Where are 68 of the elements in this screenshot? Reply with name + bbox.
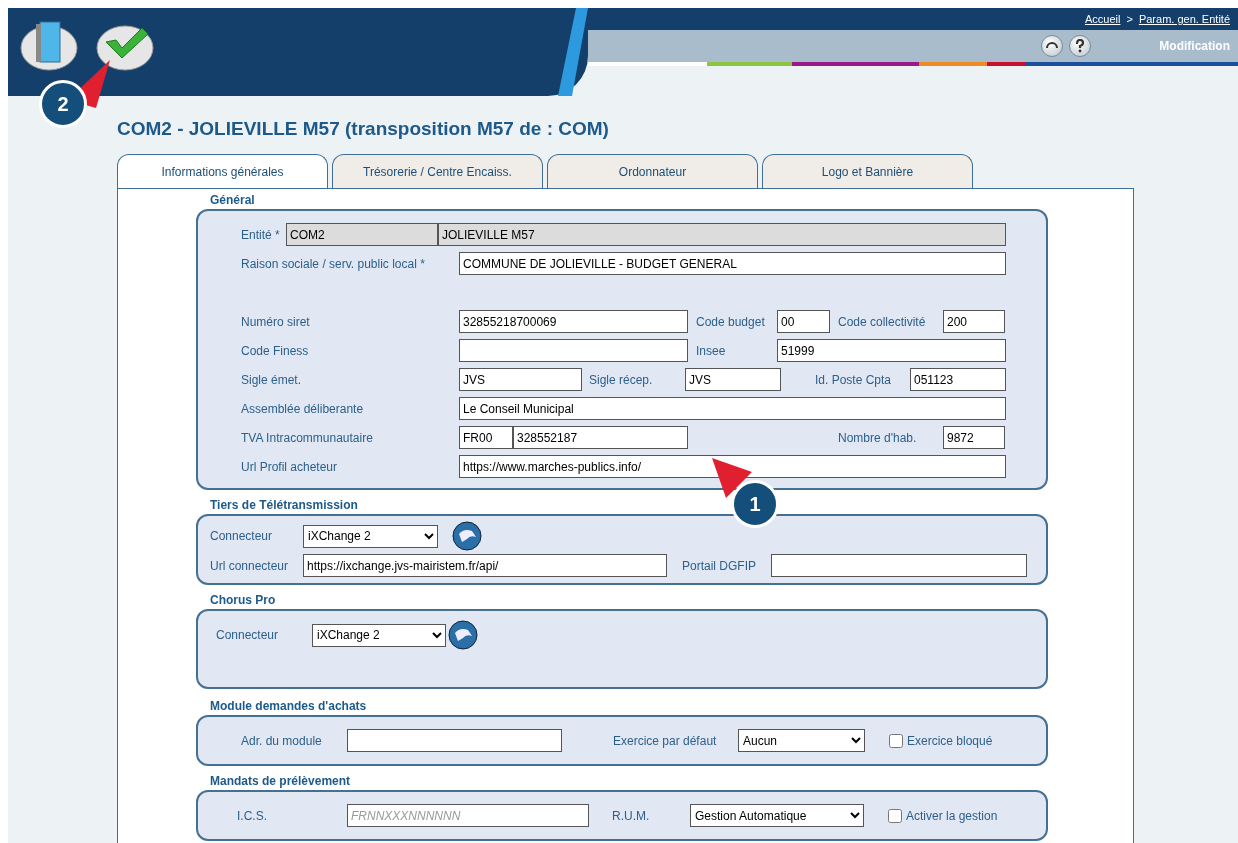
input-field[interactable]: 200 xyxy=(943,310,1005,333)
field-label: Numéro siret xyxy=(241,314,311,329)
checkbox-label: Activer la gestion xyxy=(906,808,998,823)
checkbox[interactable] xyxy=(889,733,903,748)
input-field[interactable]: JVS xyxy=(685,368,781,391)
connector-select[interactable]: iXChange 2 xyxy=(303,524,438,548)
help-icon[interactable] xyxy=(1069,35,1092,57)
exercise-select[interactable]: Aucun xyxy=(738,729,865,752)
breadcrumb-separator: > xyxy=(1126,13,1133,25)
input-field[interactable] xyxy=(347,729,562,752)
input-field[interactable]: 00 xyxy=(777,310,830,333)
field-label: Connecteur xyxy=(216,628,280,642)
section-title: Chorus Pro xyxy=(210,593,276,607)
input-field[interactable]: 9872 xyxy=(943,426,1005,449)
field-label: Code Finess xyxy=(241,343,310,358)
field-label: TVA Intracommunautaire xyxy=(241,430,374,445)
input-field[interactable]: https://ixchange.jvs-mairistem.fr/api/ xyxy=(303,554,667,577)
input-field[interactable]: Le Conseil Municipal xyxy=(459,397,1006,420)
exit-door-icon[interactable] xyxy=(18,18,80,74)
page-title: COM2 - JOLIEVILLE M57 (transposition M57 de : COM) xyxy=(117,118,610,140)
field-label: Exercice par défaut xyxy=(613,733,718,748)
field-label: Connecteur xyxy=(210,529,274,543)
section-title: Tiers de Télétransmission xyxy=(210,498,358,512)
checkbox[interactable] xyxy=(888,808,902,823)
input-field[interactable]: 328552187 xyxy=(513,426,688,449)
input-field[interactable]: FRNNXXXNNNNNN xyxy=(347,804,589,827)
input-field[interactable] xyxy=(459,339,688,362)
tab[interactable]: Logo et Bannière xyxy=(762,154,973,188)
input-field[interactable]: 32855218700069 xyxy=(459,310,688,333)
input-field[interactable]: JOLIEVILLE M57 xyxy=(438,223,1006,246)
field-label: Url connecteur xyxy=(210,558,290,573)
field-label: Assemblée déliberante xyxy=(241,401,365,416)
tab[interactable]: Trésorerie / Centre Encaiss. xyxy=(332,154,543,188)
field-label: Sigle émet. xyxy=(241,372,303,387)
input-field[interactable]: 51999 xyxy=(777,339,1006,362)
tab[interactable]: Ordonnateur xyxy=(547,154,758,188)
field-label: Portail DGFIP xyxy=(682,558,757,573)
section-title: Module demandes d'achats xyxy=(210,699,367,713)
field-label: Url Profil acheteur xyxy=(241,459,339,474)
input-field[interactable]: COM2 xyxy=(286,223,438,246)
checkbox-label: Exercice bloqué xyxy=(907,733,993,748)
field-label: R.U.M. xyxy=(612,808,651,823)
field-label: Entité * xyxy=(241,227,281,242)
field-label: Id. Poste Cpta xyxy=(815,372,893,387)
input-field[interactable] xyxy=(771,554,1027,577)
breadcrumb-link[interactable]: Param. gen. Entité xyxy=(1138,13,1230,25)
connector-icon[interactable] xyxy=(448,620,478,650)
input-field[interactable]: 051123 xyxy=(910,368,1006,391)
field-label: Sigle récep. xyxy=(589,372,654,387)
breadcrumb-link[interactable]: Accueil xyxy=(1085,13,1121,25)
input-field[interactable]: JVS xyxy=(459,368,582,391)
connector-select[interactable]: iXChange 2 xyxy=(312,623,446,647)
field-label: Code collectivité xyxy=(838,314,927,329)
mode-label: Modification xyxy=(1159,39,1230,53)
field-label: I.C.S. xyxy=(237,808,268,823)
input-field[interactable]: COMMUNE DE JOLIEVILLE - BUDGET GENERAL xyxy=(459,252,1006,275)
rum-select[interactable]: Gestion Automatique xyxy=(690,804,864,827)
section-title: Mandats de prélèvement xyxy=(210,774,351,788)
section-title: Général xyxy=(210,193,255,207)
field-label: Nombre d'hab. xyxy=(838,430,918,445)
input-field[interactable]: https://www.marches-publics.info/ xyxy=(459,455,1006,478)
connector-icon[interactable] xyxy=(452,521,482,551)
field-label: Raison sociale / serv. public local * xyxy=(241,256,426,271)
tab[interactable]: Informations générales xyxy=(117,154,328,188)
input-field[interactable]: FR00 xyxy=(459,426,513,449)
field-label: Insee xyxy=(696,343,727,358)
field-label: Adr. du module xyxy=(241,733,323,748)
field-label: Code budget xyxy=(696,314,766,329)
